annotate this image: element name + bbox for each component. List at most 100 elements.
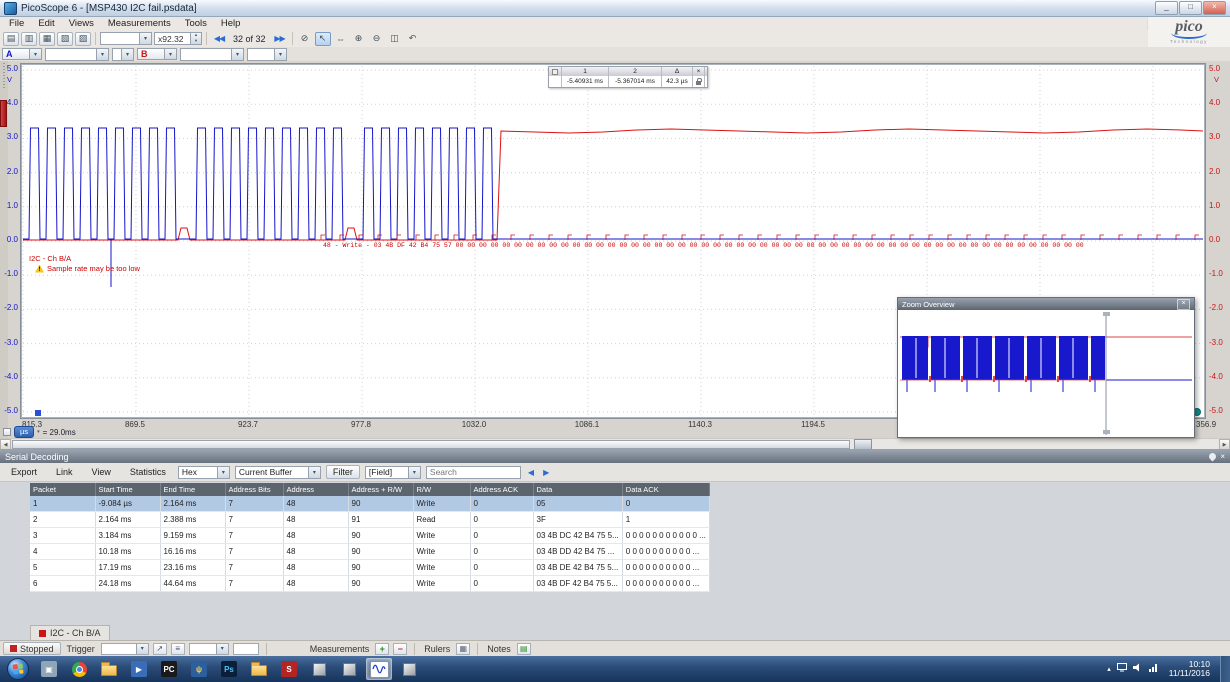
scope-view-icon[interactable]: ▤ bbox=[3, 31, 19, 46]
zoom-factor-input[interactable]: x92.32 ▲ ▼ bbox=[154, 32, 202, 45]
scrollbar-thumb[interactable] bbox=[12, 440, 850, 449]
hidden-icons-chevron-icon[interactable]: ▴ bbox=[1107, 665, 1111, 673]
table-row[interactable]: 1 -9.084 µs 2.164 ms 7 48 90 Write 0 05 0 bbox=[30, 496, 710, 512]
menu-file[interactable]: File bbox=[2, 18, 31, 29]
restore-button[interactable]: □ bbox=[1179, 1, 1202, 15]
channel-a-offset-marker[interactable] bbox=[35, 410, 41, 416]
taskbar-cad-cube2-icon[interactable] bbox=[336, 658, 362, 680]
zoom-in-icon[interactable]: ⊕ bbox=[351, 32, 367, 46]
column-header-start-time[interactable]: Start Time bbox=[95, 483, 161, 496]
trigger-edge-icon[interactable] bbox=[152, 642, 167, 655]
menu-help[interactable]: Help bbox=[214, 18, 248, 29]
table-row[interactable]: 3 3.184 ms 9.159 ms 7 48 90 Write 0 03 4B DC 42 … bbox=[30, 527, 710, 544]
column-header-end-time[interactable]: End Time bbox=[160, 483, 226, 496]
statistics-button[interactable]: Statistics bbox=[123, 465, 173, 479]
format-dropdown[interactable]: Hex bbox=[177, 465, 230, 479]
channel-a-range-dropdown[interactable] bbox=[45, 47, 109, 61]
taskbar-eda-icon[interactable]: S bbox=[276, 658, 302, 680]
table-row[interactable]: 2 2.164 ms 2.388 ms 7 48 91 Read 0 3F 1 bbox=[30, 511, 710, 528]
column-header-address-r-w[interactable]: Address + R/W bbox=[348, 483, 414, 496]
stopped-button[interactable]: Stopped bbox=[3, 642, 61, 655]
link-button[interactable]: Link bbox=[49, 465, 80, 479]
table-row[interactable]: 6 24.18 ms 44.64 ms 7 48 90 Write 0 03 4B DF 42 … bbox=[30, 575, 710, 592]
taskbar-network-analyzer-icon[interactable]: ψ bbox=[186, 658, 212, 680]
channel-b-range-dropdown[interactable] bbox=[180, 47, 244, 61]
column-header-address-bits[interactable]: Address Bits bbox=[225, 483, 284, 496]
taskbar-cad-cube1-icon[interactable] bbox=[306, 658, 332, 680]
column-header-packet[interactable]: Packet bbox=[30, 483, 96, 496]
pin-icon[interactable] bbox=[1207, 451, 1218, 462]
prev-buffer-button[interactable]: ◀◀ bbox=[211, 32, 227, 46]
hand-tool-icon[interactable]: ⇔ bbox=[333, 32, 349, 46]
zoom-overview-canvas[interactable] bbox=[898, 310, 1194, 437]
taskbar-media-tool-icon[interactable]: ▣ bbox=[36, 658, 62, 680]
column-header-r-w[interactable]: R/W bbox=[413, 483, 471, 496]
menu-edit[interactable]: Edit bbox=[31, 18, 61, 29]
channel-b-coupling-dropdown[interactable] bbox=[247, 47, 287, 61]
show-desktop-button[interactable] bbox=[1220, 656, 1230, 682]
channel-a-dropdown[interactable]: A bbox=[2, 48, 42, 60]
window-zoom-icon[interactable]: ◫ bbox=[387, 32, 403, 46]
grid-layout-icon[interactable]: ▦ bbox=[39, 31, 55, 46]
zoom-overview-window[interactable]: Zoom Overview × bbox=[897, 297, 1195, 438]
taskbar-folder-icon[interactable] bbox=[96, 658, 122, 680]
decoder-tab[interactable]: I2C - Ch B/A bbox=[30, 625, 110, 640]
zoom-out-icon[interactable]: ⊖ bbox=[369, 32, 385, 46]
table-row[interactable]: 5 17.19 ms 23.16 ms 7 48 90 Write 0 03 4B DE 42 … bbox=[30, 559, 710, 576]
column-header-data[interactable]: Data bbox=[533, 483, 623, 496]
zoom-overview-close-icon[interactable]: × bbox=[1177, 298, 1190, 310]
export-button[interactable]: Export bbox=[4, 465, 44, 479]
chevron-down-icon[interactable]: ▾ bbox=[37, 429, 40, 435]
serial-panel-close-icon[interactable]: × bbox=[1220, 452, 1225, 461]
spectrum-view-icon[interactable]: ▥ bbox=[21, 31, 37, 46]
zoom-overview-titlebar[interactable]: Zoom Overview × bbox=[898, 298, 1194, 310]
collection-settings-icon[interactable] bbox=[3, 428, 11, 436]
no-tool-icon[interactable]: ⊘ bbox=[297, 32, 313, 46]
taskbar-clock[interactable]: 10:10 11/11/2016 bbox=[1165, 659, 1214, 679]
menu-measurements[interactable]: Measurements bbox=[101, 18, 178, 29]
view-select-dropdown[interactable] bbox=[100, 32, 152, 45]
menu-tools[interactable]: Tools bbox=[178, 18, 214, 29]
ruler-legend-close-icon[interactable]: × bbox=[693, 67, 705, 76]
taskbar-photoshop-icon[interactable]: Ps bbox=[216, 658, 242, 680]
network-icon[interactable] bbox=[1148, 663, 1159, 675]
field-dropdown[interactable]: [Field] bbox=[364, 465, 421, 479]
minimize-button[interactable]: _ bbox=[1155, 1, 1178, 15]
taskbar-utility-icon[interactable] bbox=[396, 658, 422, 680]
zoom-spinner[interactable]: ▲ ▼ bbox=[190, 33, 201, 44]
taskbar-chrome-icon[interactable] bbox=[66, 658, 92, 680]
pointer-tool-icon[interactable]: ↖ bbox=[314, 31, 331, 46]
menu-views[interactable]: Views bbox=[62, 18, 101, 29]
ruler-handle-icon[interactable] bbox=[552, 68, 558, 75]
taskbar-explorer-icon[interactable] bbox=[246, 658, 272, 680]
search-prev-button[interactable]: ◀ bbox=[526, 468, 536, 477]
volume-icon[interactable] bbox=[1132, 663, 1143, 675]
search-next-button[interactable]: ▶ bbox=[541, 468, 551, 477]
table-row[interactable]: 4 10.18 ms 16.16 ms 7 48 90 Write 0 03 4B DD 42 … bbox=[30, 543, 710, 560]
time-unit-chip[interactable]: µs bbox=[14, 426, 35, 438]
notes-button[interactable] bbox=[516, 642, 531, 655]
ruler-legend[interactable]: 1 2 Δ × -5.40931 ms -5.367014 ms 42.3 µs bbox=[548, 66, 708, 88]
next-buffer-button[interactable]: ▶▶ bbox=[272, 32, 288, 46]
trigger-level-input[interactable] bbox=[232, 642, 259, 655]
close-button[interactable]: × bbox=[1203, 1, 1226, 15]
taskbar-media-player-icon[interactable]: ▶ bbox=[126, 658, 152, 680]
action-center-icon[interactable] bbox=[1116, 663, 1127, 675]
persistence-view-icon[interactable]: ▧ bbox=[57, 31, 73, 46]
notes-view-icon[interactable]: ▨ bbox=[75, 31, 91, 46]
start-button[interactable] bbox=[7, 658, 29, 680]
taskbar-pycharm-icon[interactable]: PC bbox=[156, 658, 182, 680]
lock-icon[interactable] bbox=[693, 76, 705, 87]
buffer-dropdown[interactable]: Current Buffer bbox=[234, 465, 321, 479]
trigger-advanced-icon[interactable] bbox=[170, 642, 185, 655]
remove-measurement-button[interactable] bbox=[393, 642, 408, 655]
trigger-mode-dropdown[interactable] bbox=[100, 642, 149, 655]
add-measurement-button[interactable] bbox=[375, 642, 390, 655]
channel-a-coupling-dropdown[interactable] bbox=[112, 47, 134, 61]
view-button[interactable]: View bbox=[85, 465, 118, 479]
column-header-data-ack[interactable]: Data ACK bbox=[622, 483, 710, 496]
undo-zoom-icon[interactable]: ↶ bbox=[405, 32, 421, 46]
search-input[interactable] bbox=[425, 465, 521, 479]
filter-button[interactable]: Filter bbox=[325, 465, 360, 479]
taskbar-picoscope-icon[interactable] bbox=[366, 658, 392, 680]
